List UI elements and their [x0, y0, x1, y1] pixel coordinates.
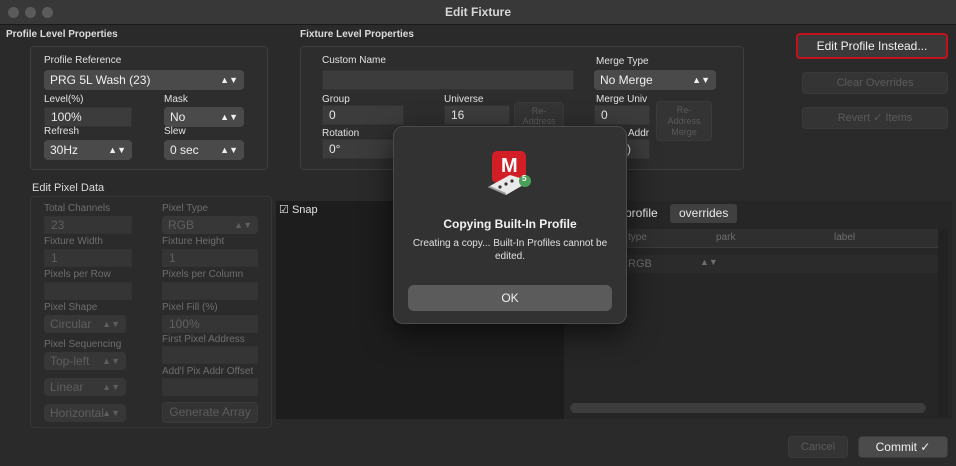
pixels-per-column-field[interactable] — [162, 282, 258, 300]
generate-array-button[interactable]: Generate Array — [162, 402, 258, 423]
custom-name-label: Custom Name — [322, 55, 386, 66]
rotation-label: Rotation — [322, 128, 360, 139]
group-label: Group — [322, 94, 350, 105]
level-field[interactable]: 100% — [44, 107, 132, 127]
pixel-fill-field[interactable]: 100% — [162, 315, 258, 333]
app-icon-letter: M — [501, 155, 518, 177]
merge-univ-field[interactable]: 0 — [594, 105, 650, 125]
stepper-arrows-icon: ▲▼ — [700, 257, 718, 267]
merge-univ-label: Merge Univ — [596, 94, 648, 105]
stepper-arrows-icon: ▲▼ — [102, 319, 120, 329]
stepper-arrows-icon: ▲▼ — [102, 408, 120, 418]
tab-overrides[interactable]: overrides — [670, 204, 738, 223]
profile-reference-select[interactable]: PRG 5L Wash (23) ▲▼ — [44, 70, 244, 90]
total-channels-field[interactable]: 23 — [44, 216, 132, 234]
column-header-label[interactable]: label — [834, 232, 855, 243]
dialog-message: Creating a copy... Built-In Profiles can… — [412, 238, 608, 262]
mask-label: Mask — [164, 94, 188, 105]
pixels-per-row-label: Pixels per Row — [44, 269, 111, 280]
pixel-sequencing-select[interactable]: Top-left ▲▼ — [44, 352, 126, 370]
fixture-height-field[interactable]: 1 — [162, 249, 258, 267]
fixture-height-label: Fixture Height — [162, 236, 225, 247]
orientation-select[interactable]: Horizontal ▲▼ — [44, 404, 126, 422]
pixel-shape-label: Pixel Shape — [44, 302, 98, 313]
fixture-level-section-title: Fixture Level Properties — [300, 29, 414, 40]
universe-field[interactable]: 16 — [444, 105, 510, 125]
edit-fixture-window: Edit Fixture Profile Level Properties Pr… — [0, 0, 956, 466]
title-bar: Edit Fixture — [0, 0, 956, 25]
refresh-label: Refresh — [44, 126, 80, 137]
stepper-arrows-icon: ▲▼ — [692, 75, 710, 85]
copy-profile-dialog: M 5 Copying Built-In Profile Creating a … — [393, 126, 627, 324]
pixel-shape-select[interactable]: Circular ▲▼ — [44, 315, 126, 333]
fixture-width-field[interactable]: 1 — [44, 249, 132, 267]
pixels-per-column-label: Pixels per Column — [162, 269, 244, 280]
merge-addr-label: Addr — [628, 128, 650, 139]
group-field[interactable]: 0 — [322, 105, 404, 125]
clear-overrides-button[interactable]: Clear Overrides — [802, 72, 948, 94]
commit-button[interactable]: Commit ✓ — [858, 436, 948, 458]
profile-level-section-title: Profile Level Properties — [6, 29, 118, 40]
merge-type-select[interactable]: No Merge ▲▼ — [594, 70, 716, 90]
stepper-arrows-icon: ▲▼ — [220, 75, 238, 85]
snap-label: Snap — [291, 204, 318, 216]
fixture-width-label: Fixture Width — [44, 236, 103, 247]
slew-select[interactable]: 0 sec ▲▼ — [164, 140, 244, 160]
edit-profile-instead-button[interactable]: Edit Profile Instead... — [796, 33, 948, 59]
row-type-value: RGB — [628, 258, 652, 270]
snap-checkbox[interactable]: ☑ Snap — [279, 203, 318, 216]
pixels-per-row-field[interactable] — [44, 282, 132, 300]
ok-button[interactable]: OK — [408, 285, 612, 311]
cancel-button[interactable]: Cancel — [788, 436, 848, 458]
pixel-fill-label: Pixel Fill (%) — [162, 302, 218, 313]
window-title: Edit Fixture — [444, 5, 511, 19]
rotation-field[interactable]: 0° — [322, 139, 396, 159]
readdress-merge-button[interactable]: Re- Address Merge — [656, 101, 712, 141]
edit-pixel-data-title: Edit Pixel Data — [32, 182, 105, 194]
stepper-arrows-icon: ▲▼ — [234, 220, 252, 230]
revert-items-button[interactable]: Revert ✓ Items — [802, 107, 948, 129]
pixel-type-select[interactable]: RGB ▲▼ — [162, 216, 258, 234]
level-label: Level(%) — [44, 94, 84, 105]
pixel-type-label: Pixel Type — [162, 203, 208, 214]
sequencing-mode-select[interactable]: Linear ▲▼ — [44, 378, 126, 396]
table-horizontal-scrollbar[interactable] — [570, 403, 926, 413]
checkbox-icon: ☑ — [279, 204, 289, 216]
stepper-arrows-icon: ▲▼ — [102, 356, 120, 366]
profile-reference-label: Profile Reference — [44, 55, 122, 66]
first-pixel-address-field[interactable] — [162, 346, 258, 364]
table-vertical-scrollbar[interactable] — [938, 229, 948, 417]
column-header-type[interactable]: type — [628, 232, 647, 243]
stepper-arrows-icon: ▲▼ — [220, 145, 238, 155]
slew-label: Slew — [164, 126, 186, 137]
app-icon: M 5 — [486, 149, 532, 195]
refresh-select[interactable]: 30Hz ▲▼ — [44, 140, 132, 160]
app-icon-badge: 5 — [522, 174, 527, 183]
addl-pix-addr-offset-field[interactable] — [162, 378, 258, 396]
stepper-arrows-icon: ▲▼ — [108, 145, 126, 155]
addl-pix-addr-offset-label: Add'l Pix Addr Offset — [162, 366, 254, 377]
universe-label: Universe — [444, 94, 484, 105]
first-pixel-address-label: First Pixel Address — [162, 334, 245, 345]
dialog-title: Copying Built-In Profile — [443, 217, 577, 231]
stepper-arrows-icon: ▲▼ — [102, 382, 120, 392]
merge-type-label: Merge Type — [596, 56, 649, 67]
stepper-arrows-icon: ▲▼ — [220, 112, 238, 122]
custom-name-field[interactable] — [322, 70, 574, 90]
column-header-park[interactable]: park — [716, 232, 735, 243]
total-channels-label: Total Channels — [44, 203, 111, 214]
mask-select[interactable]: No ▲▼ — [164, 107, 244, 127]
pixel-sequencing-label: Pixel Sequencing — [44, 339, 122, 350]
